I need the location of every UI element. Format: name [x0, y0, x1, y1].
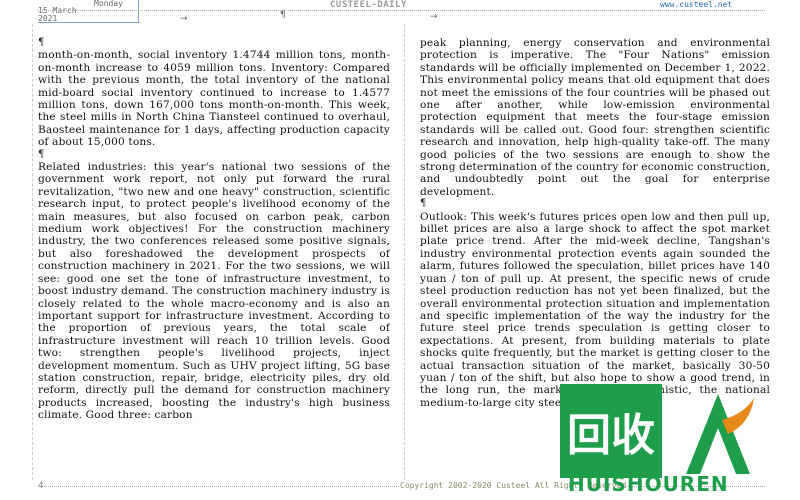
year: 2021	[38, 14, 58, 23]
left-column: ¶ month-on-month, social inventory 1.474…	[38, 37, 390, 422]
paragraph-inventory: month-on-month, social inventory 1.4744 …	[38, 49, 390, 149]
tab-mark: →	[430, 12, 438, 22]
date-box: Monday 15 March 2021	[38, 0, 139, 23]
document-page: Monday 15 March 2021 CUSTEEL-DAILY www.c…	[0, 0, 800, 500]
brand-wordmark: HUISHOUREN	[568, 472, 729, 496]
weekday: Monday	[94, 0, 123, 8]
page-header: Monday 15 March 2021 CUSTEEL-DAILY www.c…	[0, 0, 800, 24]
column-gap-guide	[404, 24, 405, 480]
pilcrow-mark: ¶	[38, 148, 45, 160]
paragraph-carbon-peak: peak planning, energy conservation and e…	[420, 37, 770, 198]
tab-mark: →	[180, 14, 188, 24]
recycle-logo-icon: 回收	[560, 384, 662, 478]
page-number: 4	[38, 481, 44, 491]
paragraph-related-industries: Related industries: this year's national…	[38, 161, 390, 422]
left-margin-guide	[32, 24, 33, 480]
right-column: peak planning, energy conservation and e…	[420, 37, 770, 409]
leaf-logo-icon	[686, 394, 754, 474]
pilcrow-mark: ¶	[38, 37, 45, 48]
header-rule	[38, 10, 765, 11]
pilcrow-mark: ¶	[280, 10, 286, 20]
watermark-logo: 回收 HUISHOUREN	[560, 384, 800, 500]
website-link[interactable]: www.custeel.net	[660, 0, 732, 9]
daily-title: CUSTEEL-DAILY	[330, 0, 407, 10]
paragraph-outlook: Outlook: This week's futures prices open…	[420, 210, 770, 409]
pilcrow-mark: ¶	[420, 198, 427, 210]
